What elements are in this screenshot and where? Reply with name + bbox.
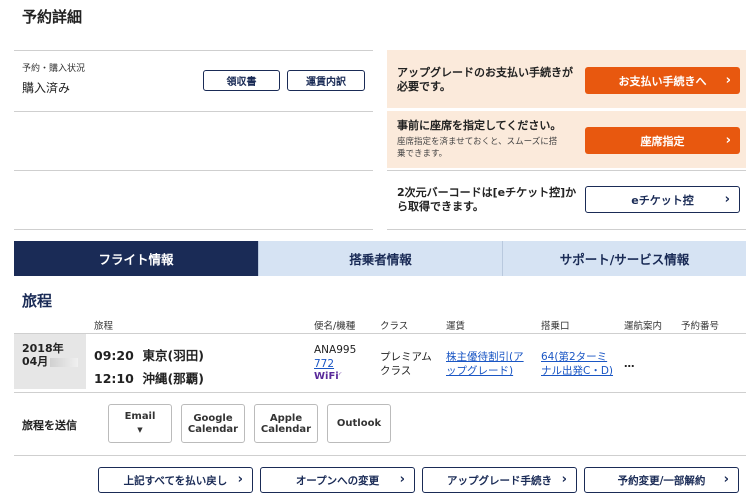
google-calendar-button[interactable]: Google Calendar — [181, 404, 245, 443]
page-title: 予約詳細 — [22, 8, 83, 26]
divider — [14, 392, 746, 393]
divider — [387, 229, 746, 230]
seat-selection-title: 事前に座席を指定してください。 — [397, 119, 562, 132]
status-panel: 予約・購入状況 購入済み 領収書 運賃内訳 — [14, 50, 373, 230]
header-route: 旅程 — [94, 321, 114, 332]
status-value: 購入済み — [22, 81, 71, 95]
chevron-right-icon: › — [399, 471, 405, 487]
divider — [14, 333, 746, 334]
payment-procedure-label: お支払い手続きへ — [618, 74, 707, 88]
header-gate: 搭乗口 — [541, 321, 570, 332]
barcode-text: 2次元バーコードは[eチケット控]から取得できます。 — [397, 186, 577, 213]
tab-bar: フライト情報 搭乗者情報 サポート/サービス情報 — [14, 241, 746, 276]
outlook-button[interactable]: Outlook — [327, 404, 391, 443]
barcode-row: 2次元バーコードは[eチケット控]から取得できます。 eチケット控 › — [387, 171, 746, 229]
arrival-airport: 沖縄(那覇) — [142, 371, 204, 386]
arrival: 12:10 沖縄(那覇) — [94, 368, 204, 387]
change-to-open-button[interactable]: オープンへの変更 › — [260, 467, 415, 493]
caret-down-icon: ▼ — [137, 426, 143, 434]
gate-link[interactable]: 64(第2ターミ ナル出発C・D) — [541, 350, 613, 378]
seat-selection-sub: 座席指定を済ませておくと、スムーズに搭乗できます。 — [397, 137, 558, 159]
arrival-time: 12:10 — [94, 371, 134, 386]
itinerary-title: 旅程 — [22, 292, 53, 310]
chevron-right-icon: › — [561, 471, 567, 487]
upgrade-payment-row: アップグレードのお支払い手続きが必要です。 お支払い手続きへ › — [387, 50, 746, 108]
tab-support-service[interactable]: サポート/サービス情報 — [502, 241, 746, 276]
wifi-icon: WiFi◜ — [314, 371, 342, 382]
flight-number: ANA995 — [314, 344, 357, 356]
seat-selection-row: 事前に座席を指定してください。 座席指定を済ませておくと、スムーズに搭乗できます… — [387, 111, 746, 168]
departure-airport: 東京(羽田) — [142, 348, 204, 363]
class-cell: プレミアム クラス — [380, 351, 432, 377]
change-cancel-button[interactable]: 予約変更/一部解約 › — [584, 467, 739, 493]
refund-all-button[interactable]: 上記すべてを払い戻し › — [98, 467, 253, 493]
header-class: クラス — [380, 321, 409, 332]
chevron-right-icon: › — [237, 471, 243, 487]
status-label: 予約・購入状況 — [22, 64, 86, 74]
date-cell: 2018年 04月 — [14, 334, 86, 389]
send-itinerary-label: 旅程を送信 — [22, 419, 77, 432]
seat-selection-button[interactable]: 座席指定 › — [585, 127, 740, 154]
eticket-button[interactable]: eチケット控 › — [585, 186, 740, 213]
date-year: 2018年 — [22, 342, 64, 355]
departure-time: 09:20 — [94, 348, 134, 363]
header-flight: 便名/機種 — [314, 321, 356, 332]
header-fare: 運賃 — [446, 321, 466, 332]
fare-breakdown-button[interactable]: 運賃内訳 — [287, 70, 365, 91]
redacted-day — [50, 357, 79, 367]
header-ops: 運航案内 — [624, 321, 663, 332]
chevron-right-icon: › — [724, 191, 730, 207]
upgrade-payment-text: アップグレードのお支払い手続きが必要です。 — [397, 66, 573, 93]
aircraft-link[interactable]: 772 — [314, 357, 334, 371]
chevron-right-icon: › — [725, 132, 731, 148]
apple-calendar-button[interactable]: Apple Calendar — [254, 404, 318, 443]
chevron-right-icon: › — [723, 471, 729, 487]
date-month: 04月 — [22, 355, 49, 368]
payment-procedure-button[interactable]: お支払い手続きへ › — [585, 67, 740, 94]
tab-flight-info[interactable]: フライト情報 — [14, 241, 258, 276]
divider — [14, 170, 373, 171]
divider — [14, 229, 373, 230]
ops-more-icon[interactable]: … — [624, 357, 635, 371]
receipt-button[interactable]: 領収書 — [203, 70, 280, 91]
tab-passenger-info[interactable]: 搭乗者情報 — [258, 241, 502, 276]
eticket-label: eチケット控 — [631, 193, 694, 207]
header-booking-number: 予約番号 — [681, 321, 720, 332]
email-button[interactable]: Email ▼ — [108, 404, 172, 443]
fare-link[interactable]: 株主優待割引(ア ップグレード) — [446, 350, 524, 378]
upgrade-procedure-button[interactable]: アップグレード手続き › — [422, 467, 577, 493]
divider — [14, 455, 746, 456]
departure: 09:20 東京(羽田) — [94, 345, 204, 364]
seat-selection-label: 座席指定 — [640, 134, 685, 148]
chevron-right-icon: › — [725, 72, 731, 88]
divider — [14, 111, 373, 112]
